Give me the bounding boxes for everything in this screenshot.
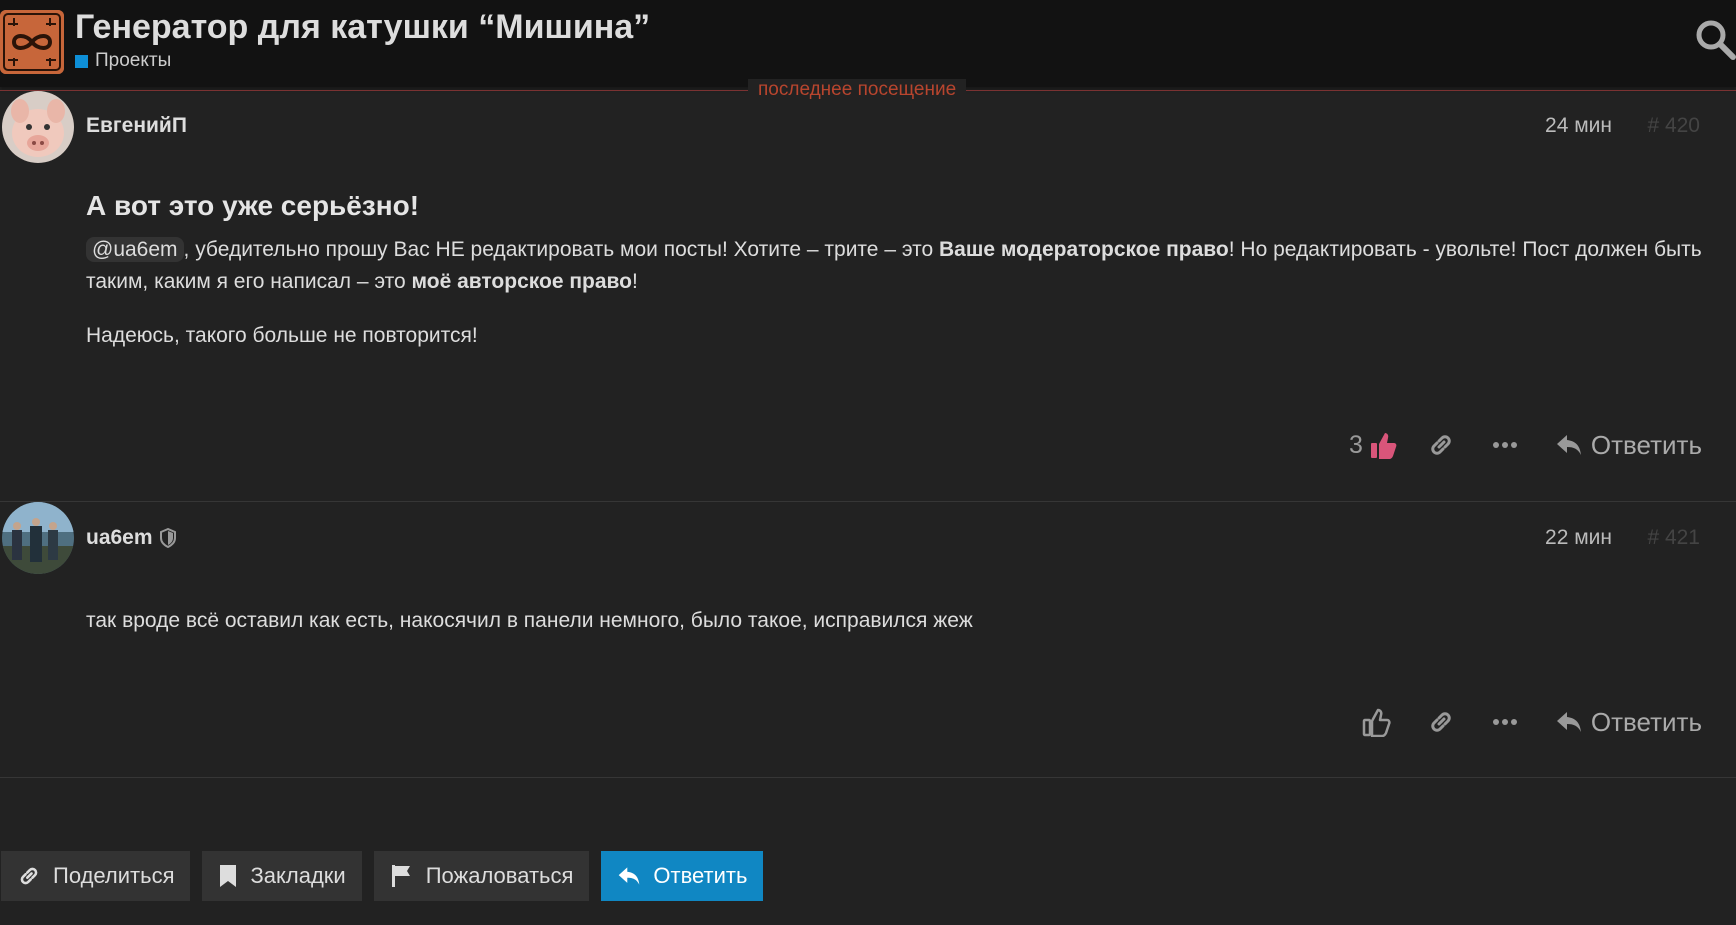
flag-label: Пожаловаться xyxy=(425,863,574,888)
thumbs-up-filled-icon xyxy=(1370,433,1397,459)
search-icon[interactable] xyxy=(1694,18,1736,60)
topic-title[interactable]: Генератор для катушки “Мишина” xyxy=(75,8,650,47)
post-date[interactable]: 22 мин xyxy=(1520,526,1612,550)
post-username[interactable]: ua6em xyxy=(86,526,177,550)
reply-button[interactable]: Ответить xyxy=(1537,423,1702,467)
username-label: ua6em xyxy=(86,526,153,549)
post-actions: 3 Ответить xyxy=(1349,423,1702,467)
post-divider xyxy=(0,777,1736,778)
post-content: А вот это уже серьёзно! @ua6em, убедител… xyxy=(86,190,1706,374)
reply-arrow-icon xyxy=(1556,435,1581,455)
link-icon[interactable] xyxy=(1409,423,1473,467)
text-run: , убедительно прошу Вас НЕ редактировать… xyxy=(183,238,939,261)
topic-header: Генератор для катушки “Мишина” Проекты xyxy=(0,0,1736,87)
mention-link[interactable]: @ua6em xyxy=(86,237,184,262)
post-username[interactable]: ЕвгенийП xyxy=(86,114,187,138)
like-button[interactable] xyxy=(1345,700,1409,744)
more-options-icon[interactable] xyxy=(1473,700,1537,744)
post-420: ЕвгенийП 24 мин # 420 А вот это уже серь… xyxy=(0,90,1736,500)
reply-topic-button[interactable]: Ответить xyxy=(601,851,764,901)
post-paragraph: так вроде всё оставил как есть, накосячи… xyxy=(86,609,973,632)
site-logo[interactable] xyxy=(0,10,64,74)
bookmark-icon xyxy=(220,865,237,887)
reply-button[interactable]: Ответить xyxy=(1537,700,1702,744)
bold-text: Ваше модераторское право xyxy=(938,238,1229,261)
link-icon xyxy=(20,867,38,885)
link-icon[interactable] xyxy=(1409,700,1473,744)
post-421: ua6em 22 мин # 421 так вроде всё оставил… xyxy=(0,502,1736,777)
category-label: Проекты xyxy=(95,50,172,71)
post-number[interactable]: # 420 xyxy=(1640,114,1700,138)
bookmark-button[interactable]: Закладки xyxy=(202,851,362,901)
like-count[interactable]: 3 xyxy=(1349,431,1363,460)
post-paragraph: Надеюсь, такого больше не повторится! xyxy=(86,324,478,347)
more-options-icon[interactable] xyxy=(1473,423,1537,467)
avatar[interactable] xyxy=(2,502,74,574)
moderator-shield-icon xyxy=(159,528,176,548)
text-run: ! xyxy=(632,270,638,293)
post-heading: А вот это уже серьёзно! xyxy=(86,190,420,221)
reply-arrow-icon xyxy=(1556,712,1581,732)
share-label: Поделиться xyxy=(53,863,175,888)
category-badge[interactable]: Проекты xyxy=(75,50,171,72)
reply-topic-label: Ответить xyxy=(653,863,748,888)
share-button[interactable]: Поделиться xyxy=(1,851,191,901)
topic-footer-buttons: Поделиться Закладки Пожаловаться Ответит… xyxy=(1,851,764,901)
reply-label: Ответить xyxy=(1590,706,1702,737)
reply-label: Ответить xyxy=(1590,429,1702,460)
reply-arrow-icon xyxy=(619,867,640,885)
flag-button[interactable]: Пожаловаться xyxy=(373,851,590,901)
bold-text: моё авторское право xyxy=(411,270,632,293)
username-label: ЕвгенийП xyxy=(86,114,187,137)
thumbs-up-icon xyxy=(1362,708,1391,737)
post-content: так вроде всё оставил как есть, накосячи… xyxy=(86,605,1706,659)
avatar[interactable] xyxy=(2,91,74,163)
post-number[interactable]: # 421 xyxy=(1640,526,1700,550)
like-button[interactable]: 3 xyxy=(1349,423,1409,467)
post-actions: Ответить xyxy=(1345,700,1702,744)
category-color-square xyxy=(75,54,88,68)
post-date[interactable]: 24 мин xyxy=(1520,114,1612,138)
bookmark-label: Закладки xyxy=(250,863,346,888)
post-paragraph: @ua6em, убедительно прошу Вас НЕ редакти… xyxy=(86,234,1706,298)
flag-icon xyxy=(391,865,410,887)
